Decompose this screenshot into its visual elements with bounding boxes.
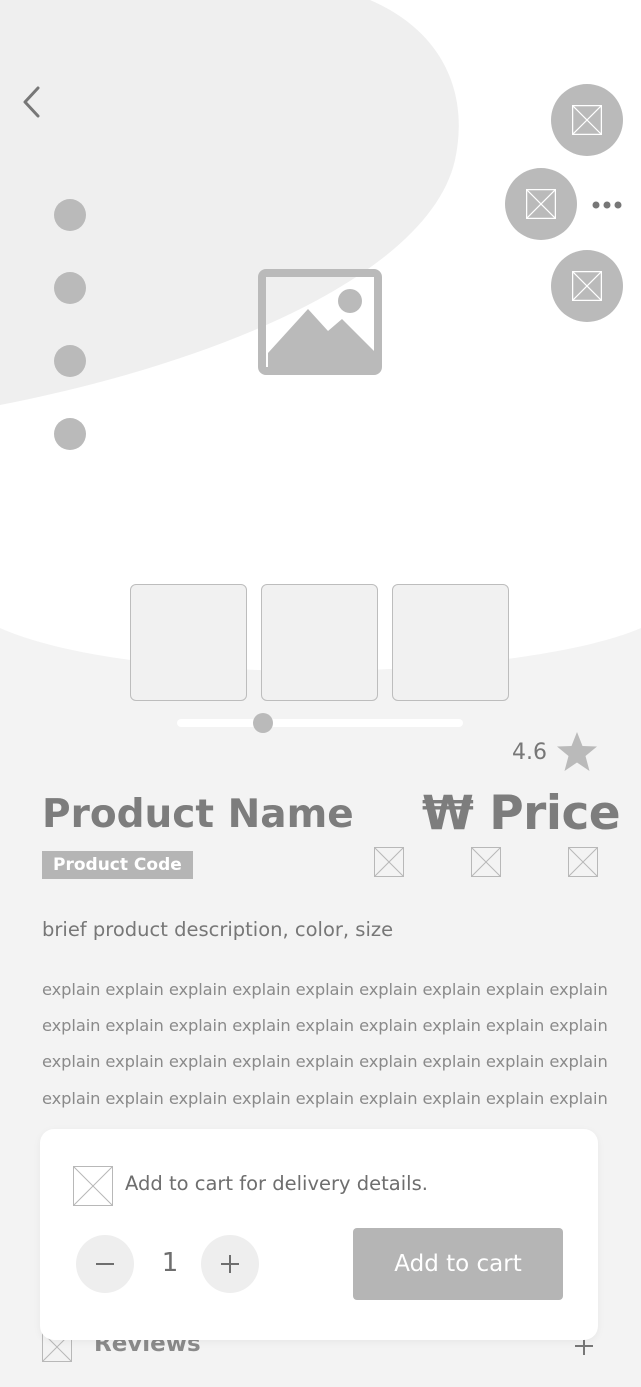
quantity-value: 1: [161, 1248, 179, 1278]
placeholder-icon[interactable]: [568, 847, 598, 877]
placeholder-icon: [572, 105, 602, 135]
product-brief-description: brief product description, color, size: [42, 918, 394, 941]
product-explain-line: explain explain explain explain explain …: [42, 1016, 608, 1035]
product-explain-line: explain explain explain explain explain …: [42, 980, 608, 999]
increase-quantity-button[interactable]: [201, 1235, 259, 1293]
plus-icon: [221, 1255, 239, 1273]
placeholder-icon: [572, 271, 602, 301]
image-indicator-dot[interactable]: [54, 272, 86, 304]
thumbnail[interactable]: [130, 584, 247, 701]
image-indicator-dot[interactable]: [54, 199, 86, 231]
delivery-info-text: Add to cart for delivery details.: [125, 1172, 428, 1195]
product-name: Product Name: [42, 792, 354, 837]
rating-value: 4.6: [512, 740, 547, 765]
star-icon: [557, 732, 597, 771]
thumbnail[interactable]: [261, 584, 378, 701]
placeholder-icon[interactable]: [471, 847, 501, 877]
thumbnail[interactable]: [392, 584, 509, 701]
add-to-cart-button[interactable]: Add to cart: [353, 1228, 563, 1300]
placeholder-icon: [526, 189, 556, 219]
action-button-middle[interactable]: [505, 168, 577, 240]
product-code-badge: Product Code: [42, 851, 193, 879]
carousel-handle[interactable]: [252, 713, 273, 733]
product-price: ₩ Price: [422, 786, 621, 841]
product-explain-line: explain explain explain explain explain …: [42, 1089, 608, 1108]
minus-icon: [96, 1263, 114, 1265]
image-placeholder-icon: [258, 269, 382, 375]
image-indicator-dot[interactable]: [54, 418, 86, 450]
more-icon[interactable]: [592, 198, 622, 212]
action-button-top[interactable]: [551, 84, 623, 156]
product-explain-line: explain explain explain explain explain …: [42, 1052, 608, 1071]
action-button-bottom[interactable]: [551, 250, 623, 322]
carousel-track[interactable]: [177, 719, 463, 727]
image-indicator-dot[interactable]: [54, 345, 86, 377]
decrease-quantity-button[interactable]: [76, 1235, 134, 1293]
placeholder-icon[interactable]: [374, 847, 404, 877]
back-button[interactable]: [18, 84, 48, 120]
placeholder-icon: [73, 1166, 113, 1206]
